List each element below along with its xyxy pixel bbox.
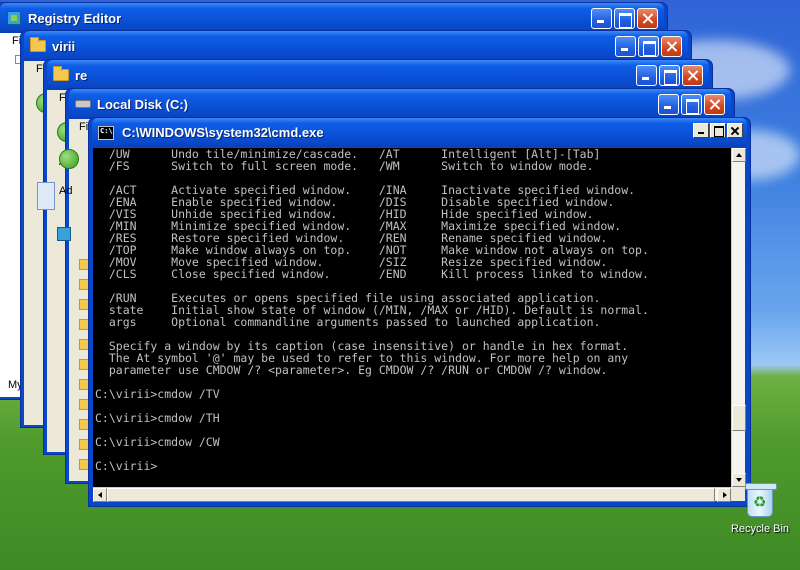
maximize-icon (615, 9, 634, 28)
folder-icon (53, 66, 69, 83)
vertical-scroll-thumb[interactable] (732, 405, 746, 431)
maximize-icon (639, 37, 658, 56)
arrow-right-icon (723, 492, 727, 498)
console-icon (98, 125, 114, 140)
arrow-left-icon (98, 492, 102, 498)
close-button[interactable] (704, 94, 725, 115)
maximize-button[interactable] (638, 36, 659, 57)
scroll-up-button[interactable] (732, 148, 746, 162)
folder-icon (30, 37, 46, 54)
console-text: /UW Undo tile/minimize/cascade. /AT Inte… (95, 148, 649, 473)
close-icon (683, 66, 702, 85)
arrow-up-icon (736, 153, 742, 157)
scroll-down-button[interactable] (732, 473, 746, 487)
address-label: Ad (59, 185, 73, 197)
window-title: Registry Editor (28, 10, 122, 26)
horizontal-scroll-thumb[interactable] (107, 488, 715, 502)
window-title: re (75, 67, 88, 83)
maximize-icon (682, 95, 701, 114)
recycle-bin-icon (745, 483, 777, 517)
vertical-scrollbar[interactable] (731, 148, 746, 487)
close-button[interactable] (682, 65, 703, 86)
cmd-minimize-button[interactable] (693, 123, 709, 138)
minimize-button[interactable] (591, 8, 612, 29)
scroll-left-button[interactable] (93, 488, 107, 502)
close-button[interactable] (637, 8, 658, 29)
cmd-window[interactable]: C:\WINDOWS\system32\cmd.exe /UW Undo til… (88, 117, 751, 507)
sidebar-task-icon[interactable] (57, 227, 71, 241)
window-title: virii (52, 38, 76, 54)
close-button[interactable] (661, 36, 682, 57)
minimize-icon (637, 66, 656, 85)
close-icon (705, 95, 724, 114)
registry-icon (6, 10, 22, 26)
close-icon (662, 37, 681, 56)
window-title: Local Disk (C:) (97, 96, 189, 112)
local-disk-titlebar[interactable]: Local Disk (C:) (69, 89, 731, 119)
close-icon (638, 9, 657, 28)
minimize-button[interactable] (636, 65, 657, 86)
cmd-maximize-button[interactable] (710, 123, 726, 138)
file-thumbnail (37, 182, 55, 210)
maximize-button[interactable] (681, 94, 702, 115)
re-titlebar[interactable]: re (47, 60, 709, 90)
minimize-button[interactable] (615, 36, 636, 57)
menu-file[interactable]: Fi (79, 121, 88, 133)
arrow-down-icon (736, 478, 742, 482)
cmd-title: C:\WINDOWS\system32\cmd.exe (122, 125, 324, 140)
maximize-button[interactable] (659, 65, 680, 86)
cmd-close-button[interactable] (727, 123, 743, 138)
recycle-bin-label: Recycle Bin (730, 523, 790, 535)
console-output[interactable]: /UW Undo tile/minimize/cascade. /AT Inte… (93, 148, 731, 487)
minimize-icon (592, 9, 611, 28)
registry-editor-titlebar[interactable]: Registry Editor (0, 3, 664, 33)
maximize-button[interactable] (614, 8, 635, 29)
virii-titlebar[interactable]: virii (24, 31, 688, 61)
cmd-titlebar[interactable]: C:\WINDOWS\system32\cmd.exe (92, 118, 747, 147)
recycle-bin-shortcut[interactable]: Recycle Bin (728, 483, 792, 535)
minimize-button[interactable] (658, 94, 679, 115)
minimize-icon (616, 37, 635, 56)
horizontal-scrollbar[interactable] (93, 487, 731, 502)
back-icon[interactable] (59, 149, 79, 169)
maximize-icon (660, 66, 679, 85)
disk-drive-icon (75, 96, 91, 112)
minimize-icon (659, 95, 678, 114)
